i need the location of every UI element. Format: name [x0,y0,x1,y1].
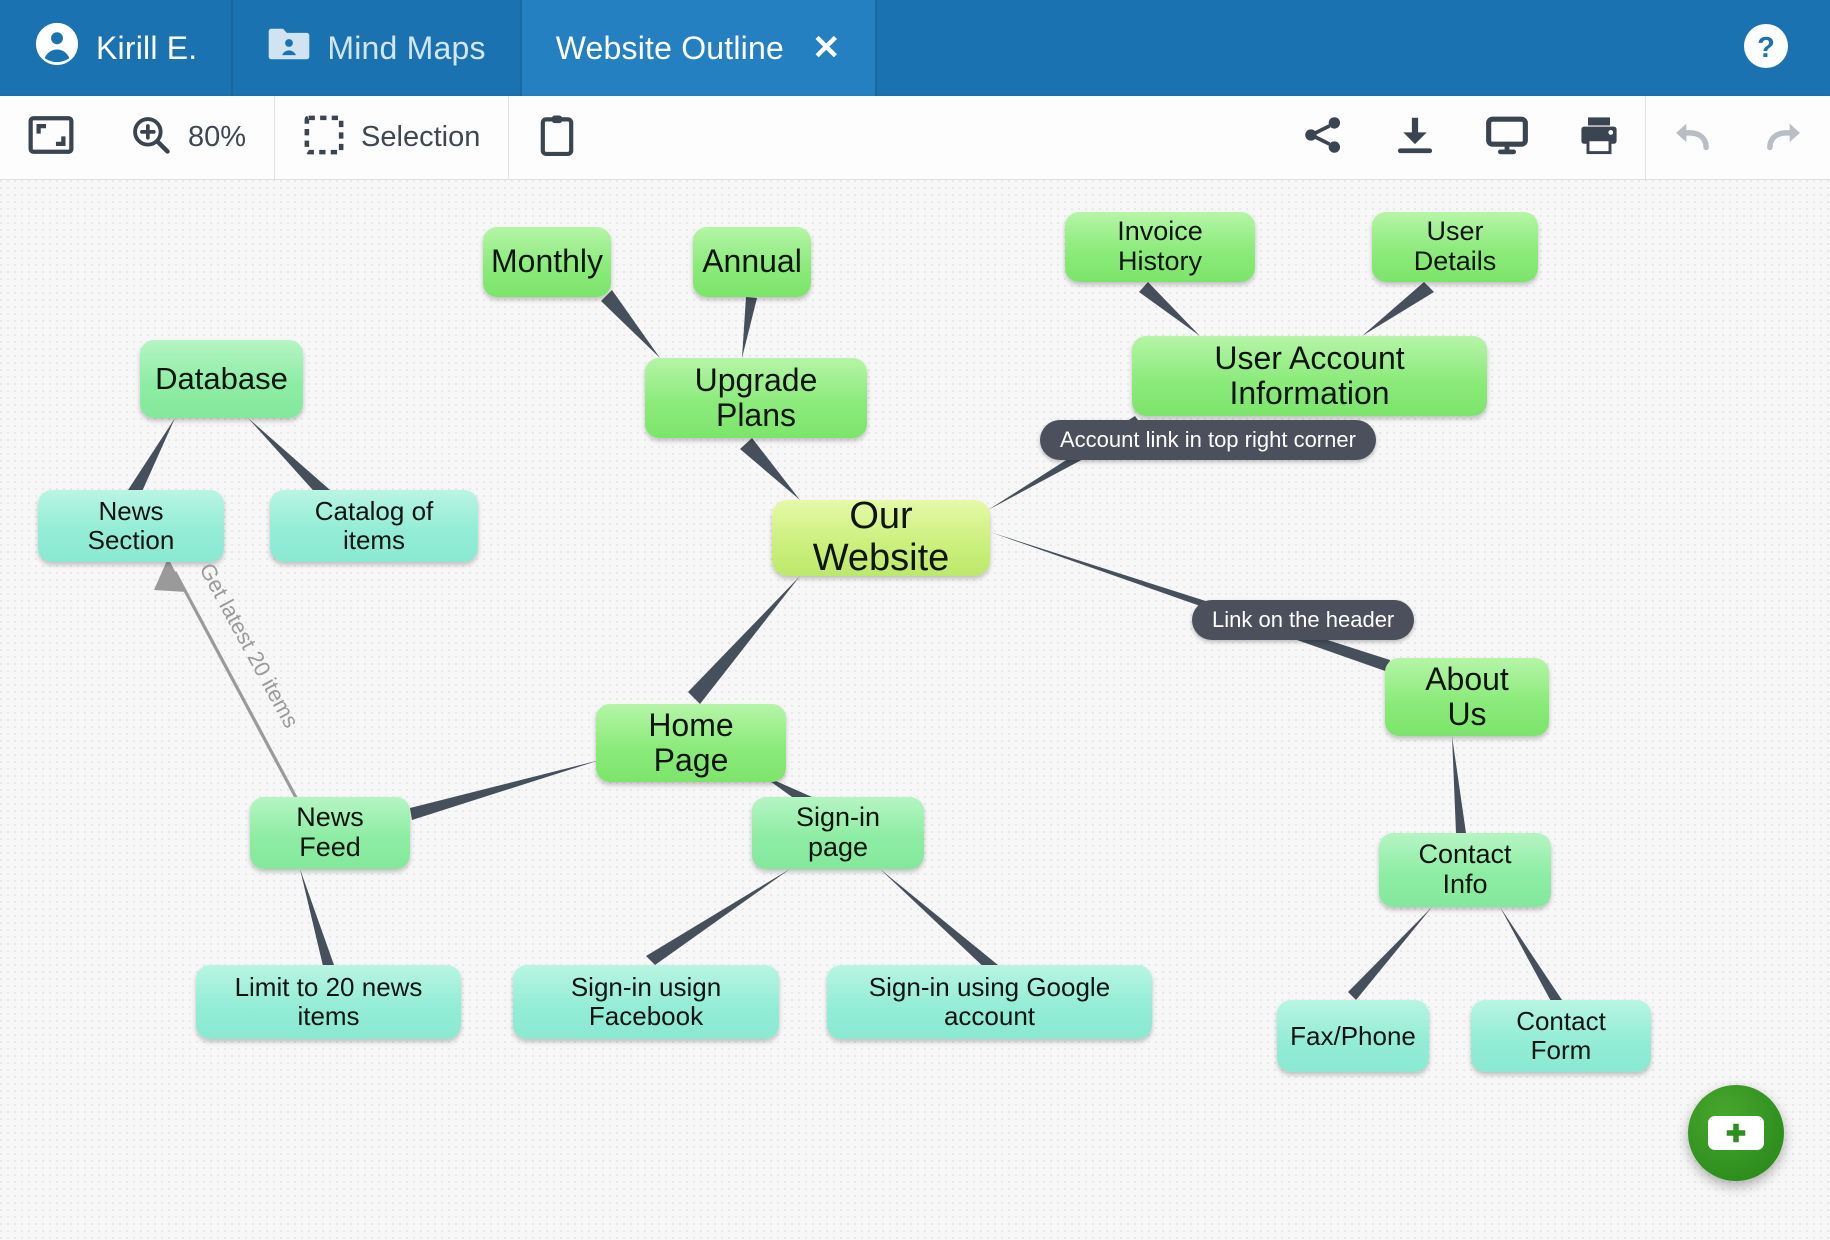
selection-tool-button[interactable]: Selection [275,96,508,180]
share-button[interactable] [1277,96,1369,180]
mindmap-node-sign-in-google[interactable]: Sign-in using Google account [827,965,1152,1039]
mindmap-node-monthly[interactable]: Monthly [483,227,611,297]
node-label: Home Page [614,708,768,778]
print-button[interactable] [1553,96,1645,180]
tab-user-label: Kirill E. [96,30,197,67]
undo-button[interactable] [1646,96,1738,180]
mindmap-node-news-feed[interactable]: News Feed [250,797,410,869]
app-header: Kirill E. Mind Maps Website Outline ✕ ? [0,0,1830,96]
redo-icon [1761,115,1807,160]
mindmap-node-upgrade-plans[interactable]: Upgrade Plans [645,358,867,438]
selection-tool-label: Selection [361,121,480,154]
main-toolbar: 80% Selection [0,96,1830,180]
folder-user-icon [267,24,311,72]
download-icon [1393,113,1437,162]
monitor-icon [1484,113,1530,162]
mindmap-node-contact-form[interactable]: Contact Form [1471,1000,1651,1072]
node-label: User Account Information [1150,341,1469,411]
fit-to-screen-button[interactable] [0,96,102,180]
mindmap-node-contact-info[interactable]: Contact Info [1379,833,1551,907]
tab-mind-maps[interactable]: Mind Maps [233,0,521,96]
tab-website-outline[interactable]: Website Outline ✕ [522,0,877,96]
download-button[interactable] [1369,96,1461,180]
mindmap-node-annual[interactable]: Annual [693,227,811,297]
node-label: Upgrade Plans [663,363,849,433]
svg-text:?: ? [1757,31,1775,63]
node-label: Monthly [491,244,603,279]
fit-to-screen-icon [28,115,74,160]
user-circle-icon [34,21,80,75]
mindmap-node-root[interactable]: Our Website [772,500,990,576]
mindmap-node-sign-in-page[interactable]: Sign-in page [752,797,924,869]
mindmap-node-home-page[interactable]: Home Page [596,704,786,782]
mindmap-node-user-account-information[interactable]: User Account Information [1132,336,1487,416]
node-label: Database [155,362,288,396]
print-icon [1577,113,1621,162]
zoom-level-label: 80% [188,121,246,154]
undo-icon [1669,115,1715,160]
mindmap-node-user-details[interactable]: User Details [1372,212,1538,282]
zoom-control[interactable]: 80% [102,96,274,180]
node-label: Annual [702,244,802,279]
share-icon [1301,113,1345,162]
node-label: Limit to 20 news items [214,973,443,1030]
node-label: User Details [1390,217,1520,276]
add-plus-icon [1708,1116,1764,1150]
present-button[interactable] [1461,96,1553,180]
node-label: About Us [1403,662,1531,732]
tab-website-outline-label: Website Outline [556,30,784,67]
mindmap-node-catalog-of-items[interactable]: Catalog of items [270,490,478,562]
add-node-fab[interactable] [1688,1085,1784,1181]
tab-user-account[interactable]: Kirill E. [0,0,233,96]
mindmap-node-limit-to-20-news-items[interactable]: Limit to 20 news items [196,965,461,1039]
clipboard-button[interactable] [509,96,605,180]
node-label: News Feed [268,803,392,862]
node-label: Catalog of items [288,497,460,554]
close-icon[interactable]: ✕ [812,31,841,65]
selection-marquee-icon [303,114,345,161]
node-label: Invoice History [1083,217,1237,276]
mindmap-node-fax-phone[interactable]: Fax/Phone [1277,1000,1429,1072]
mindmap-canvas[interactable]: Our Website Monthly Annual Upgrade Plans… [0,180,1830,1240]
node-label: Sign-in page [770,803,906,862]
node-label: Contact Form [1489,1007,1633,1064]
node-label: Contact Info [1397,840,1533,899]
mindmap-node-invoice-history[interactable]: Invoice History [1065,212,1255,282]
edge-label-header-link[interactable]: Link on the header [1192,600,1414,640]
edge-label-account-link[interactable]: Account link in top right corner [1040,420,1376,460]
mindmap-node-news-section[interactable]: News Section [38,490,224,562]
node-label: Our Website [790,496,972,580]
node-label: Fax/Phone [1290,1022,1416,1051]
node-label: Sign-in usign Facebook [531,973,761,1030]
edge-label-text: Account link in top right corner [1060,427,1356,453]
node-label: Sign-in using Google account [845,973,1134,1030]
redo-button[interactable] [1738,96,1830,180]
zoom-in-icon [130,114,172,161]
tab-mind-maps-label: Mind Maps [327,30,485,67]
clipboard-icon [537,113,577,162]
help-button[interactable]: ? [1742,0,1830,96]
mindmap-node-database[interactable]: Database [140,340,303,418]
edge-label-text: Link on the header [1212,607,1394,633]
node-label: News Section [56,497,206,554]
mindmap-node-sign-in-facebook[interactable]: Sign-in usign Facebook [513,965,779,1039]
mindmap-node-about-us[interactable]: About Us [1385,658,1549,736]
help-circle-icon: ? [1742,22,1790,75]
